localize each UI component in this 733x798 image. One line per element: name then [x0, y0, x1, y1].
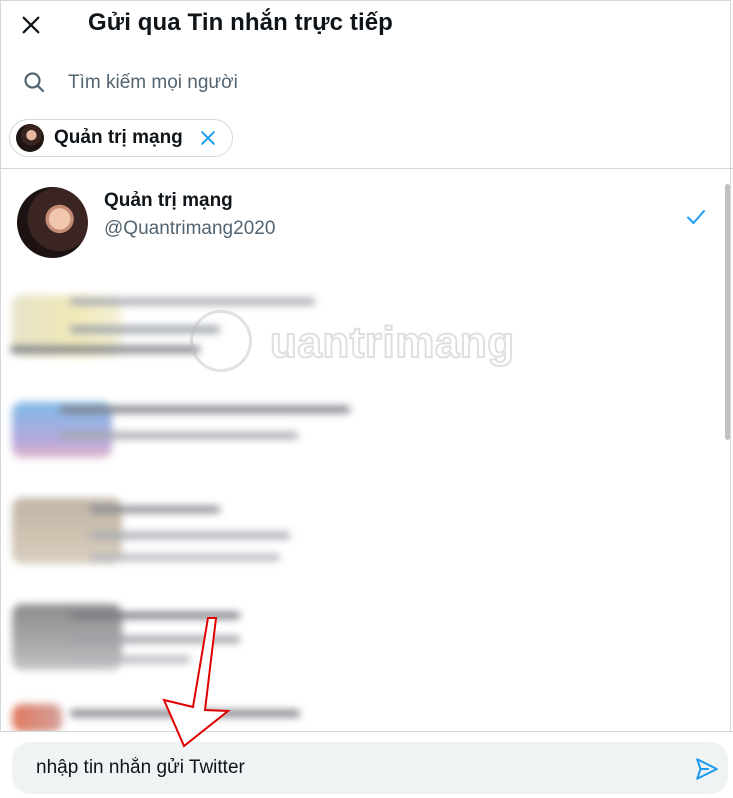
user-handle: @Quantrimang2020 [104, 218, 276, 239]
annotation-arrow-icon [162, 617, 231, 748]
message-input[interactable] [36, 755, 656, 781]
list-item[interactable] [10, 496, 360, 586]
selected-recipient-chip[interactable]: Quản trị mạng [9, 119, 233, 157]
search-input[interactable] [66, 68, 570, 98]
scrollbar[interactable] [724, 172, 731, 732]
avatar [16, 124, 44, 152]
message-composer [0, 731, 733, 798]
avatar [17, 187, 88, 258]
watermark-logo-icon [190, 310, 252, 372]
search-icon [24, 72, 45, 93]
message-box[interactable] [12, 742, 728, 794]
check-icon [687, 210, 705, 224]
close-icon[interactable] [20, 14, 42, 36]
chip-label: Quản trị mạng [54, 127, 183, 148]
watermark-text: uantrimang [269, 317, 515, 368]
page-title: Gửi qua Tin nhắn trực tiếp [88, 9, 393, 36]
list-item[interactable]: Quản trị mạng @Quantrimang2020 [0, 172, 720, 268]
close-icon[interactable] [198, 128, 218, 148]
send-icon[interactable] [694, 756, 720, 782]
user-name: Quản trị mạng [104, 190, 233, 211]
dialog-header: Gửi qua Tin nhắn trực tiếp [0, 0, 733, 50]
watermark: uantrimang [190, 310, 530, 380]
search-bar[interactable] [0, 60, 733, 104]
divider [0, 168, 733, 169]
close-button[interactable] [14, 8, 48, 42]
list-item[interactable] [10, 396, 360, 486]
scroll-thumb[interactable] [725, 184, 730, 440]
